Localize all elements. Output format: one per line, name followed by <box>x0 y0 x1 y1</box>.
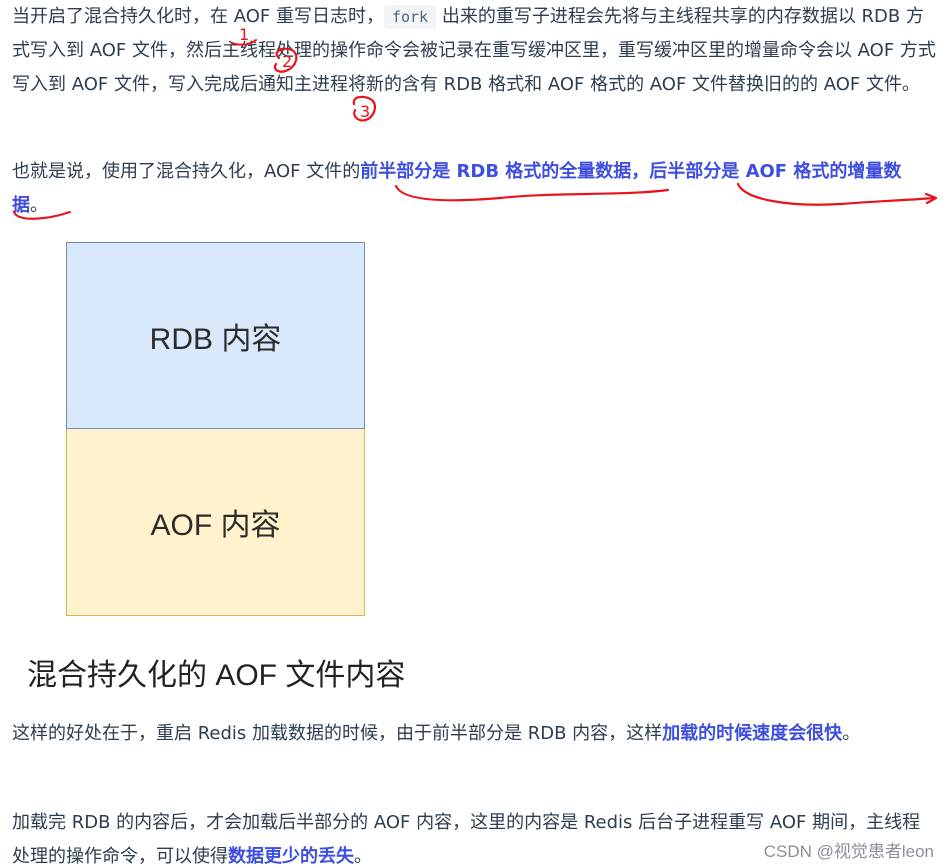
aof-content-block: AOF 内容 <box>66 429 365 616</box>
paragraph-text: 这样的好处在于，重启 Redis 加载数据的时候，由于前半部分是 RDB 内容，… <box>12 723 663 744</box>
paragraph-summary: 也就是说，使用了混合持久化，AOF 文件的前半部分是 RDB 格式的全量数据，后… <box>12 155 937 223</box>
rdb-content-block: RDB 内容 <box>66 242 365 429</box>
csdn-watermark: CSDN @视觉患者leon <box>763 842 934 861</box>
emphasis-text: 加载的时候速度会很快 <box>662 723 843 744</box>
paragraph-text: 。 <box>842 723 861 744</box>
inline-code-fork: fork <box>383 5 437 29</box>
annotation-number-3: 3 <box>360 102 370 121</box>
paragraph-text: 当开启了混合持久化时，在 AOF 重写日志时， <box>12 6 384 27</box>
rdb-content-label: RDB 内容 <box>149 322 282 356</box>
paragraph-benefit: 这样的好处在于，重启 Redis 加载数据的时候，由于前半部分是 RDB 内容，… <box>12 717 937 751</box>
diagram-caption: 混合持久化的 AOF 文件内容 <box>27 659 406 692</box>
emphasis-text: 数据更少的丢失 <box>228 846 354 867</box>
paragraph-text: 。 <box>354 846 372 867</box>
paragraph-mixed-persistence: 当开启了混合持久化时，在 AOF 重写日志时， fork 出来的重写子进程会先将与… <box>12 0 937 102</box>
paragraph-text: 。 <box>30 195 48 216</box>
aof-file-diagram: RDB 内容 AOF 内容 <box>66 242 366 616</box>
aof-content-label: AOF 内容 <box>150 509 281 542</box>
paragraph-text: 也就是说，使用了混合持久化，AOF 文件的 <box>12 161 361 182</box>
